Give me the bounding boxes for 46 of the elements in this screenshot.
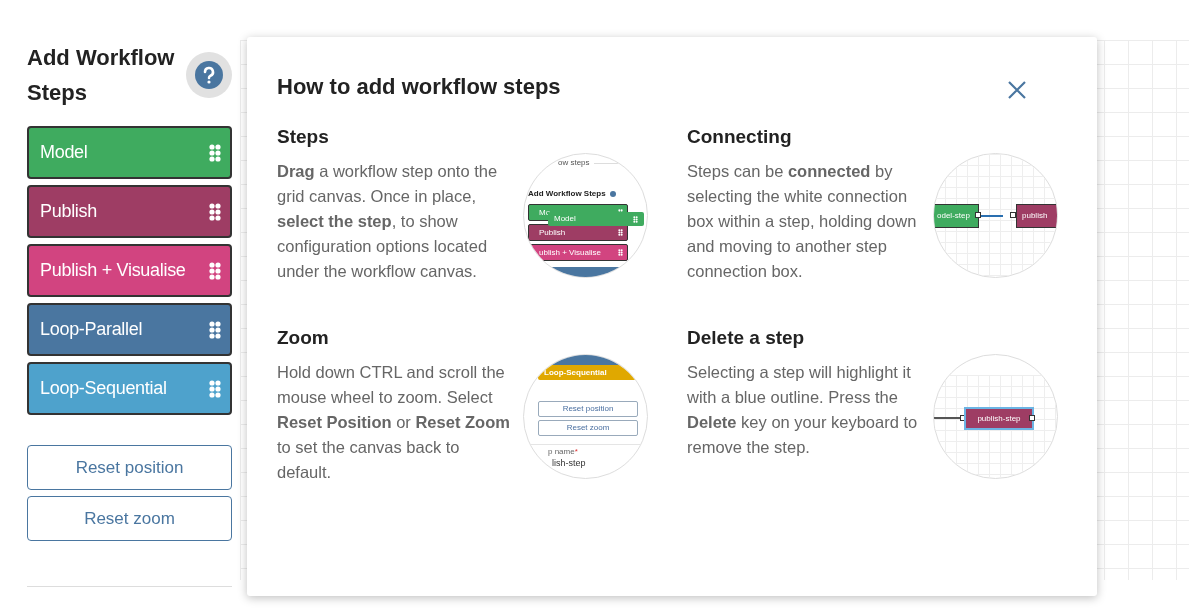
required-mark: * bbox=[574, 447, 578, 457]
drag-handle-icon bbox=[209, 379, 221, 398]
dialog-title: How to add workflow steps bbox=[277, 73, 561, 101]
workflow-node: publish-step bbox=[966, 409, 1032, 428]
drag-handle-icon bbox=[209, 202, 221, 221]
workflow-node: odel-step bbox=[934, 204, 979, 228]
section-text: Steps can be connected by selecting the white connection box within a step, holding down and moving to another step connection box. bbox=[687, 161, 918, 282]
drag-handle-icon bbox=[618, 229, 623, 236]
help-icon bbox=[609, 191, 616, 197]
workflow-step: Publish bbox=[528, 224, 628, 241]
drag-handle-icon bbox=[633, 215, 638, 223]
connection-port[interactable] bbox=[1010, 212, 1016, 218]
section-text: Hold down CTRL and scroll the mouse wheel to zoom. Select Reset Position or Reset Zoom to set the canvas back to default. bbox=[277, 362, 511, 483]
workflow-step[interactable]: Loop-Sequential bbox=[27, 362, 232, 415]
connection-port[interactable] bbox=[975, 212, 981, 218]
section-caption: ow steps bbox=[558, 157, 590, 169]
connector-line bbox=[934, 417, 962, 419]
field-value: lish-step bbox=[552, 458, 586, 469]
help-button[interactable] bbox=[186, 52, 232, 98]
workflow-step[interactable]: Loop-Parallel bbox=[27, 303, 232, 356]
dragged-step: Model bbox=[548, 212, 644, 226]
field-label: p name bbox=[548, 447, 575, 457]
drag-handle-icon bbox=[209, 143, 221, 162]
reset-button[interactable]: Reset position bbox=[27, 445, 232, 490]
workflow-step[interactable]: Publish bbox=[27, 185, 232, 238]
section-text: Selecting a step will highlight it with a blue outline. Press the Delete key on your keyboard to remove the step. bbox=[687, 362, 919, 458]
reset-button[interactable]: Reset zoom bbox=[27, 496, 232, 541]
drag-handle-icon bbox=[618, 249, 623, 256]
workflow-step[interactable]: Model bbox=[27, 126, 232, 179]
help-icon bbox=[195, 61, 223, 89]
section-heading: Delete a step bbox=[687, 326, 806, 350]
section-heading: Steps bbox=[277, 125, 330, 149]
section-heading: Zoom bbox=[277, 326, 330, 350]
panel-title: Add Workflow Steps bbox=[528, 188, 606, 200]
drag-handle-icon bbox=[209, 320, 221, 339]
connection-port[interactable] bbox=[1029, 415, 1035, 421]
section-text: Drag a workflow step onto the grid canvas. Once in place, select the step, to show configuration options located under the workflow canvas. bbox=[277, 161, 499, 282]
connector-line bbox=[981, 215, 1003, 217]
workflow-node: publish bbox=[1016, 204, 1057, 228]
section-heading: Connecting bbox=[687, 125, 793, 149]
panel-title: Add Workflow Steps bbox=[27, 44, 176, 107]
drag-handle-icon bbox=[209, 261, 221, 280]
close-icon bbox=[1008, 80, 1026, 99]
reset-button[interactable]: Reset zoom bbox=[538, 420, 638, 436]
reset-button[interactable]: Reset position bbox=[538, 401, 638, 417]
workflow-step[interactable]: Publish + Visualise bbox=[27, 244, 232, 297]
